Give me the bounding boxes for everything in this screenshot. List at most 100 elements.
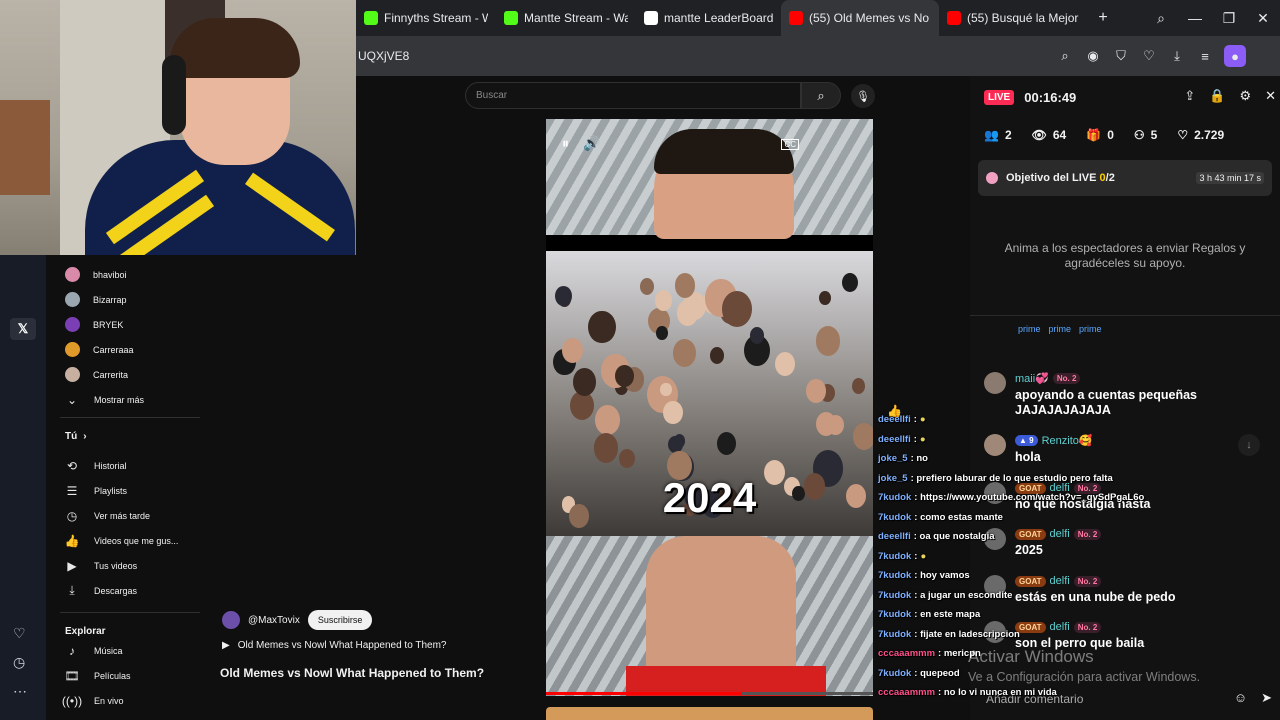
- sidebar-item[interactable]: ▶ Tus videos: [60, 553, 200, 578]
- goal-countdown: 3 h 43 min 17 s: [1196, 172, 1264, 184]
- sidebar-item[interactable]: ((•)) En vivo: [60, 688, 200, 713]
- heart-icon[interactable]: ♡: [13, 625, 27, 642]
- browser-tab[interactable]: Finnyths Stream - Watc: [356, 0, 496, 36]
- minimize-button[interactable]: —: [1178, 10, 1212, 26]
- live-stats: 👥 2 👁 64 🎁 0 ⚇ 5 ♡ 2.729: [970, 118, 1280, 152]
- chat-line: joke_5: no: [878, 449, 1178, 469]
- crowd-head: [676, 299, 699, 326]
- prime-badge: prime: [1018, 324, 1041, 334]
- camera-icon[interactable]: ◉: [1084, 47, 1102, 65]
- close-icon[interactable]: ✕: [1265, 88, 1276, 104]
- volume-icon[interactable]: 🔊: [583, 135, 600, 152]
- sidebar-subscription[interactable]: Bizarrap: [60, 287, 200, 312]
- chat-username[interactable]: deeellfi: [878, 531, 911, 542]
- subscribe-button[interactable]: Suscribirse: [307, 610, 373, 630]
- chat-username[interactable]: 7kudok: [878, 512, 911, 523]
- next-video-thumbnail[interactable]: [546, 707, 873, 720]
- your-videos-icon: ▶: [67, 558, 77, 573]
- chat-username[interactable]: deeellfi: [878, 414, 911, 425]
- settings-icon[interactable]: ⚙: [1239, 88, 1251, 104]
- history-icon[interactable]: ◷: [13, 654, 27, 671]
- crowd-head: [722, 291, 752, 327]
- show-more-button[interactable]: ⌄ Mostrar más: [60, 387, 200, 412]
- comment-username[interactable]: maii💞: [1015, 372, 1049, 385]
- you-section-header[interactable]: Tú ›: [60, 423, 200, 449]
- sidebar-item[interactable]: ◷ Ver más tarde: [60, 503, 200, 528]
- menu-icon[interactable]: ≡: [1196, 47, 1214, 65]
- channel-avatar[interactable]: [222, 611, 240, 629]
- more-icon[interactable]: ⋯: [13, 683, 27, 700]
- captions-icon[interactable]: CC: [781, 139, 799, 150]
- sidebar-item[interactable]: 🎞 Películas: [60, 663, 200, 688]
- chat-username[interactable]: 7kudok: [878, 668, 911, 679]
- sidebar-item[interactable]: ♪ Música: [60, 638, 200, 663]
- chat-username[interactable]: cccaaammm: [878, 648, 935, 659]
- avatar[interactable]: [984, 372, 1006, 394]
- url-text[interactable]: UQXjVE8: [358, 49, 409, 63]
- sidebar-item[interactable]: ⤓ Descargas: [60, 578, 200, 603]
- restore-button[interactable]: ❐: [1212, 10, 1246, 27]
- sidebar-subscription[interactable]: BRYEK: [60, 312, 200, 337]
- channel-name[interactable]: @MaxTovix: [248, 615, 300, 626]
- chat-username[interactable]: 7kudok: [878, 570, 911, 581]
- video-title: Old Memes vs Nowl What Happened to Them?: [220, 666, 485, 680]
- video-player[interactable]: ⏸ 🔊 CC 2024: [546, 119, 873, 696]
- chat-line: 7kudok: https://www.youtube.com/watch?v=…: [878, 488, 1178, 508]
- prime-badges: prime prime prime: [970, 316, 1280, 342]
- chat-username[interactable]: deeellfi: [878, 434, 911, 445]
- channel-row: @MaxTovix Suscribirse: [222, 610, 373, 630]
- gift-invite-text: Anima a los espectadores a enviar Regalo…: [970, 196, 1280, 316]
- windows-activation-subtitle: Ve a Configuración para activar Windows.: [968, 670, 1201, 684]
- crowd-head: [593, 433, 619, 463]
- scroll-down-icon[interactable]: ↓: [1238, 434, 1260, 456]
- search-input[interactable]: Buscar: [465, 82, 801, 109]
- voice-search-button[interactable]: 🎙: [851, 84, 875, 108]
- sidebar-subscription[interactable]: Carreraaa: [60, 337, 200, 362]
- chat-username[interactable]: 7kudok: [878, 590, 911, 601]
- lock-icon[interactable]: 🔒: [1209, 88, 1225, 104]
- chat-username[interactable]: 7kudok: [878, 609, 911, 620]
- heart-icon[interactable]: ♡: [1140, 47, 1158, 65]
- send-icon[interactable]: ➤: [1261, 690, 1272, 706]
- profile-icon[interactable]: ●: [1224, 45, 1246, 67]
- search-button[interactable]: ⌕: [801, 82, 841, 109]
- sidebar-item[interactable]: ⟲ Historial: [60, 453, 200, 478]
- sidebar-item[interactable]: ☰ Playlists: [60, 478, 200, 503]
- download-icon[interactable]: ⤓: [1168, 47, 1186, 65]
- x-twitter-icon[interactable]: 𝕏: [10, 318, 36, 340]
- chat-username[interactable]: 7kudok: [878, 629, 911, 640]
- upload-icon[interactable]: ⇪: [1184, 88, 1195, 104]
- sidebar-item[interactable]: 👍 Videos que me gus...: [60, 528, 200, 553]
- crowd-head: [842, 272, 859, 292]
- sidebar-subscription[interactable]: bhaviboi: [60, 262, 200, 287]
- browser-tab[interactable]: (55) Busqué la Mejor H: [939, 0, 1089, 36]
- pause-icon[interactable]: ⏸: [562, 135, 569, 152]
- heart-icon: ♡: [1177, 128, 1189, 142]
- chat-username[interactable]: joke_5: [878, 473, 908, 484]
- search-tabs-icon[interactable]: ⌕: [1144, 10, 1178, 27]
- browser-tab[interactable]: mantte LeaderBoard | T: [636, 0, 781, 36]
- new-tab-button[interactable]: +: [1089, 4, 1117, 32]
- browser-tab[interactable]: (55) Old Memes vs No: [781, 0, 939, 36]
- chat-username[interactable]: cccaaammm: [878, 687, 935, 698]
- address-bar[interactable]: UQXjVE8 ⌕ ◉ ⛉ ♡ ⤓ ≡ ●: [356, 36, 1280, 76]
- zoom-icon[interactable]: ⌕: [1056, 47, 1074, 65]
- live-goal[interactable]: Objetivo del LIVE 0/2 3 h 43 min 17 s: [978, 160, 1272, 196]
- browser-tab[interactable]: Mantte Stream - Watch: [496, 0, 636, 36]
- chat-message: : fijate en ladescripcion: [914, 628, 1020, 640]
- crowd-head: [852, 423, 873, 450]
- emote-icon: ●: [920, 550, 927, 562]
- cam-shelf: [0, 100, 50, 195]
- video-progress-bar[interactable]: [546, 692, 873, 695]
- emoji-icon[interactable]: ☺: [1234, 690, 1247, 706]
- sidebar-subscription[interactable]: Carrerita: [60, 362, 200, 387]
- chat-username[interactable]: joke_5: [878, 453, 908, 464]
- shield-icon[interactable]: ⛉: [1112, 47, 1130, 65]
- goal-label: Objetivo del LIVE: [1006, 172, 1097, 184]
- crowd-head: [588, 310, 616, 344]
- chat-username[interactable]: 7kudok: [878, 492, 911, 503]
- chat-username[interactable]: 7kudok: [878, 551, 911, 562]
- playlist-row[interactable]: ▶ Old Memes vs Nowl What Happened to The…: [222, 640, 447, 651]
- close-window-button[interactable]: ✕: [1246, 10, 1280, 27]
- chat-line: 7kudok: ●: [878, 547, 1178, 567]
